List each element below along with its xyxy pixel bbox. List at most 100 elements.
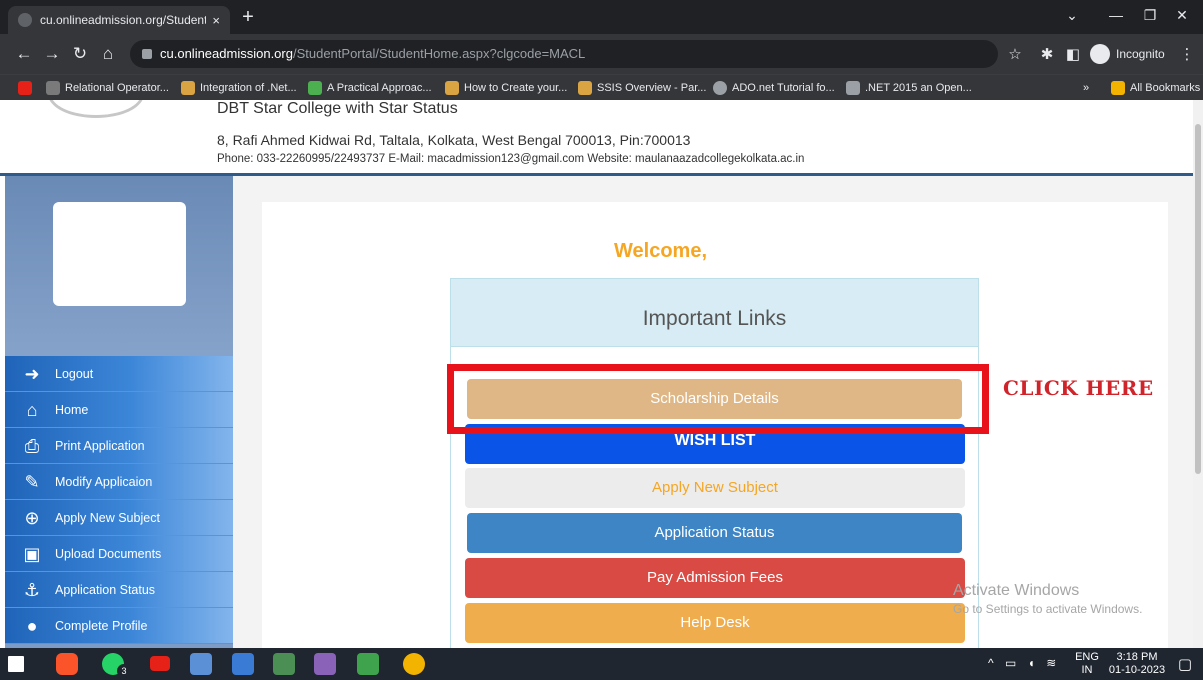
browser-tab[interactable]: cu.onlineadmission.org/Student × (8, 6, 230, 34)
menu-kebab-icon[interactable]: ⋮ (1176, 44, 1198, 66)
bookmark-label: .NET 2015 an Open... (865, 82, 972, 94)
image-icon: ▣ (23, 543, 41, 564)
browser-tab-bar: cu.onlineadmission.org/Student × + ⌄ — ❐… (0, 0, 1203, 34)
youtube-bookmark-icon[interactable] (18, 75, 37, 101)
plus-circle-icon: ⊕ (24, 507, 40, 528)
sidebar-item-label: Home (55, 402, 89, 417)
bookmark-star-icon[interactable]: ☆ (1004, 44, 1026, 66)
extensions-icon[interactable]: ✱ (1036, 44, 1058, 66)
sidebar-item-complete-profile[interactable]: ● Complete Profile (5, 608, 233, 644)
url-bar[interactable]: cu.onlineadmission.org/StudentPortal/Stu… (130, 40, 998, 68)
help-desk-button[interactable]: Help Desk (465, 603, 965, 643)
bookmark-item[interactable]: Relational Operator... (46, 75, 169, 101)
sidebar-item-label: Apply New Subject (55, 510, 160, 525)
incognito-indicator[interactable]: Incognito (1090, 43, 1165, 65)
url-path: /StudentPortal/StudentHome.aspx?clgcode=… (292, 46, 586, 61)
all-bookmarks-button[interactable]: All Bookmarks (1111, 75, 1200, 101)
bookmark-label: ADO.net Tutorial fo... (732, 82, 835, 94)
home-browser-icon[interactable]: ⌂ (96, 42, 120, 66)
page-scrollbar[interactable] (1193, 100, 1203, 648)
address-toolbar: ← → ↻ ⌂ cu.onlineadmission.org/StudentPo… (0, 34, 1203, 74)
globe-icon (18, 13, 32, 27)
bookmark-favicon-icon (846, 81, 860, 95)
sidebar: ➜ Logout ⌂ Home ⎙ Print Application ✎ Mo… (5, 176, 233, 648)
close-window-icon[interactable]: ✕ (1160, 0, 1203, 34)
folder-icon (1111, 81, 1125, 95)
sidebar-item-upload-documents[interactable]: ▣ Upload Documents (5, 536, 233, 572)
spreadsheet-app-icon[interactable] (273, 653, 295, 675)
edit-icon: ✎ (24, 471, 40, 492)
bookmark-favicon-icon (578, 81, 592, 95)
lock-icon (142, 49, 152, 59)
new-tab-button[interactable]: + (236, 6, 260, 30)
activate-windows-hint: Go to Settings to activate Windows. (953, 602, 1143, 616)
bookmark-item[interactable]: How to Create your... (445, 75, 567, 101)
sidebar-menu: ➜ Logout ⌂ Home ⎙ Print Application ✎ Mo… (5, 356, 233, 644)
back-icon[interactable]: ← (12, 42, 36, 66)
apply-new-subject-button[interactable]: Apply New Subject (465, 468, 965, 508)
chrome-icon[interactable] (403, 653, 425, 675)
system-tray-icons[interactable]: ^ ▭ ◖ ≋ (988, 656, 1060, 670)
sidebar-item-label: Logout (55, 366, 94, 381)
bookmark-item[interactable]: A Practical Approac... (308, 75, 432, 101)
bookmark-favicon-icon (713, 81, 727, 95)
click-here-annotation: CLICK HERE (1003, 376, 1154, 400)
important-links-title: Important Links (451, 279, 978, 347)
all-bookmarks-label: All Bookmarks (1130, 82, 1201, 94)
sidebar-item-label: Application Status (55, 582, 156, 597)
youtube-taskbar-icon[interactable] (150, 656, 170, 671)
sidebar-item-label: Upload Documents (55, 546, 162, 561)
reload-icon[interactable]: ↻ (68, 42, 92, 66)
anchor-icon: ⚓ (23, 579, 41, 600)
remote-desktop-icon[interactable] (190, 653, 212, 675)
college-logo (48, 100, 144, 118)
brave-browser-icon[interactable] (56, 653, 78, 675)
sidebar-item-application-status[interactable]: ⚓ Application Status (5, 572, 233, 608)
web-page: DBT Star College with Star Status 8, Raf… (0, 100, 1203, 648)
bookmarks-overflow-button[interactable]: » (1083, 75, 1089, 101)
bookmark-item[interactable]: SSIS Overview - Par... (578, 75, 706, 101)
visual-studio-icon[interactable] (314, 653, 336, 675)
notifications-icon[interactable]: ▢ (1172, 648, 1198, 680)
incognito-label: Incognito (1116, 47, 1165, 61)
college-address: 8, Rafi Ahmed Kidwai Rd, Taltala, Kolkat… (217, 132, 691, 148)
bookmark-item[interactable]: Integration of .Net... (181, 75, 297, 101)
clock-date: 01-10-2023 (1108, 664, 1166, 676)
file-explorer-icon[interactable] (232, 653, 254, 675)
wish-list-button[interactable]: WISH LIST (465, 424, 965, 464)
windows-start-icon[interactable] (8, 656, 24, 672)
college-contact: Phone: 033-22260995/22493737 E-Mail: mac… (217, 153, 805, 165)
college-subtitle: DBT Star College with Star Status (217, 100, 458, 117)
region-code: IN (1081, 664, 1093, 676)
bookmark-item[interactable]: ADO.net Tutorial fo... (713, 75, 835, 101)
sql-tool-icon[interactable] (357, 653, 379, 675)
sidebar-item-logout[interactable]: ➜ Logout (5, 356, 233, 392)
bookmark-label: A Practical Approac... (327, 82, 432, 94)
scrollbar-thumb[interactable] (1195, 124, 1201, 474)
bookmark-label: Integration of .Net... (200, 82, 297, 94)
clock-time: 3:18 PM (1116, 651, 1158, 663)
sidebar-item-label: Print Application (55, 438, 145, 453)
tab-search-icon[interactable]: ⌄ (1050, 0, 1094, 34)
sidebar-item-apply-new-subject[interactable]: ⊕ Apply New Subject (5, 500, 233, 536)
home-icon: ⌂ (26, 399, 38, 420)
sidebar-item-label: Complete Profile (55, 618, 148, 633)
clock[interactable]: 3:18 PM 01-10-2023 (1104, 648, 1170, 680)
language-indicator[interactable]: ENG IN (1070, 648, 1104, 680)
language-code: ENG (1075, 651, 1099, 663)
bookmark-item[interactable]: .NET 2015 an Open... (846, 75, 972, 101)
sidebar-item-print-application[interactable]: ⎙ Print Application (5, 428, 233, 464)
side-panel-icon[interactable]: ◧ (1062, 44, 1084, 66)
sidebar-item-home[interactable]: ⌂ Home (5, 392, 233, 428)
college-header: DBT Star College with Star Status 8, Raf… (0, 100, 1203, 176)
windows-taskbar: 3 ^ ▭ ◖ ≋ ENG IN 3:18 PM 01-10-2023 ▢ (0, 648, 1203, 680)
sidebar-item-modify-application[interactable]: ✎ Modify Applicaion (5, 464, 233, 500)
bookmark-favicon-icon (46, 81, 60, 95)
scholarship-details-button[interactable]: Scholarship Details (467, 379, 962, 419)
logout-icon: ➜ (24, 363, 40, 384)
application-status-button[interactable]: Application Status (467, 513, 962, 553)
forward-icon[interactable]: → (40, 42, 64, 66)
pay-admission-fees-button[interactable]: Pay Admission Fees (465, 558, 965, 598)
whatsapp-badge: 3 (117, 664, 131, 678)
tab-close-icon[interactable]: × (212, 13, 220, 28)
